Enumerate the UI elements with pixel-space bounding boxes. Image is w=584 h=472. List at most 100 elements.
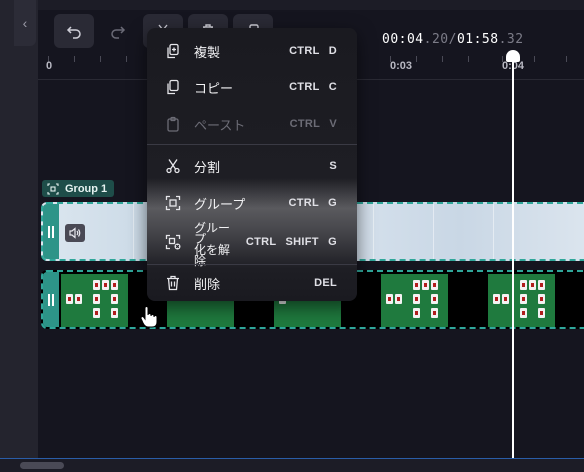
card-glyph xyxy=(520,294,527,304)
scrollbar-thumb[interactable] xyxy=(20,462,64,469)
undo-button[interactable] xyxy=(54,14,94,48)
collapse-panel-button[interactable]: ‹ xyxy=(14,0,36,46)
card-glyph xyxy=(538,294,545,304)
card-glyph xyxy=(102,280,109,290)
paste-icon xyxy=(167,116,179,132)
menu-item-paste[interactable]: ペースト CTRL V xyxy=(147,109,357,139)
card-glyph xyxy=(431,280,438,290)
menu-item-ungroup-label-line1: グループ xyxy=(194,221,231,246)
waveform-band xyxy=(433,204,434,259)
menu-item-copy[interactable]: コピー CTRL C xyxy=(147,72,357,102)
card-glyph xyxy=(395,294,402,304)
ruler-label-0: 0 xyxy=(46,60,53,72)
menu-item-duplicate-shortcut: CTRL D xyxy=(289,45,337,57)
menu-item-ungroup-shortcut: CTRL SHIFT G xyxy=(245,236,337,248)
card-glyph xyxy=(493,294,500,304)
video-thumbnail xyxy=(488,274,555,327)
menu-item-duplicate-label: 複製 xyxy=(194,44,221,60)
timecode-display: 00:04.20/01:58.32 xyxy=(382,32,524,47)
ruler-tick xyxy=(126,56,127,62)
copy-icon xyxy=(167,79,179,95)
undo-icon xyxy=(66,26,81,39)
audio-clip-trim-handle[interactable] xyxy=(43,204,59,259)
playhead-line[interactable] xyxy=(512,56,514,458)
menu-item-group-shortcut: CTRL G xyxy=(288,197,337,209)
card-glyph xyxy=(111,308,118,318)
mute-toggle-button[interactable] xyxy=(65,224,85,242)
drag-handle-icon xyxy=(48,293,54,306)
ruler-tick xyxy=(468,56,469,62)
card-glyph xyxy=(422,280,429,290)
video-thumbnail xyxy=(381,274,448,327)
menu-item-copy-label: コピー xyxy=(194,80,234,96)
card-glyph xyxy=(538,308,545,318)
card-glyph xyxy=(413,294,420,304)
ruler-tick xyxy=(442,56,443,62)
card-glyph xyxy=(502,294,509,304)
card-glyph xyxy=(93,294,100,304)
menu-item-split[interactable]: 分割 S xyxy=(147,151,357,181)
top-strip xyxy=(38,0,584,10)
menu-item-ungroup[interactable]: グループ 化を解 除 CTRL SHIFT G xyxy=(147,221,357,267)
card-glyph xyxy=(529,280,536,290)
waveform-band xyxy=(133,204,134,259)
menu-item-delete-label: 削除 xyxy=(194,276,221,292)
card-glyph xyxy=(93,280,100,290)
card-glyph xyxy=(75,294,82,304)
speaker-icon xyxy=(69,227,81,239)
menu-item-paste-shortcut: CTRL V xyxy=(289,118,337,130)
group-icon xyxy=(47,182,59,195)
menu-item-copy-shortcut: CTRL C xyxy=(289,81,337,93)
trash-icon xyxy=(167,275,179,291)
redo-button[interactable] xyxy=(98,14,138,48)
ruler-tick xyxy=(566,56,567,62)
current-time: 00:04 xyxy=(382,32,424,47)
ruler-tick xyxy=(100,56,101,62)
redo-icon xyxy=(111,26,126,39)
total-time: 01:58 xyxy=(456,32,499,47)
video-clip-trim-handle[interactable] xyxy=(43,272,59,327)
group-badge[interactable]: Group 1 xyxy=(42,180,115,197)
current-time-fraction: .20 xyxy=(423,32,449,47)
card-glyph xyxy=(66,294,73,304)
ruler-tick xyxy=(416,56,417,62)
ruler-tick xyxy=(74,56,75,62)
time-separator: / xyxy=(448,32,457,47)
scissors-icon xyxy=(166,159,180,174)
playhead-handle[interactable] xyxy=(506,50,520,62)
card-glyph xyxy=(413,308,420,318)
menu-item-delete[interactable]: 削除 DEL xyxy=(147,268,357,298)
left-panel-gutter xyxy=(0,0,38,458)
menu-separator xyxy=(147,264,357,265)
clip-context-menu: 複製 CTRL D コピー CTRL C ペースト CTRL V 分割 S グル… xyxy=(147,28,357,301)
waveform-band xyxy=(373,204,374,259)
card-glyph xyxy=(93,308,100,318)
chevron-left-icon: ‹ xyxy=(22,15,28,31)
card-glyph xyxy=(111,294,118,304)
menu-item-group[interactable]: グループ CTRL G xyxy=(147,188,357,218)
card-glyph xyxy=(431,294,438,304)
card-glyph xyxy=(386,294,393,304)
duplicate-icon xyxy=(167,43,179,59)
card-glyph xyxy=(520,308,527,318)
card-glyph xyxy=(520,280,527,290)
card-glyph xyxy=(431,308,438,318)
group-badge-label: Group 1 xyxy=(65,182,108,195)
video-thumbnail xyxy=(61,274,128,327)
menu-separator xyxy=(147,144,357,145)
menu-item-delete-shortcut: DEL xyxy=(314,277,337,289)
menu-item-duplicate[interactable]: 複製 CTRL D xyxy=(147,36,357,66)
card-glyph xyxy=(111,280,118,290)
waveform-band xyxy=(493,204,494,259)
menu-item-group-label: グループ xyxy=(194,196,246,212)
menu-item-split-shortcut: S xyxy=(329,160,337,172)
group-icon xyxy=(165,195,181,211)
card-glyph xyxy=(538,280,545,290)
card-glyph xyxy=(413,280,420,290)
menu-item-paste-label: ペースト xyxy=(194,117,246,133)
total-time-fraction: .32 xyxy=(498,32,524,47)
ruler-tick xyxy=(534,56,535,62)
menu-item-split-label: 分割 xyxy=(194,159,221,175)
ruler-label-3s: 0:03 xyxy=(390,60,413,72)
timeline-horizontal-scrollbar[interactable] xyxy=(0,458,584,472)
